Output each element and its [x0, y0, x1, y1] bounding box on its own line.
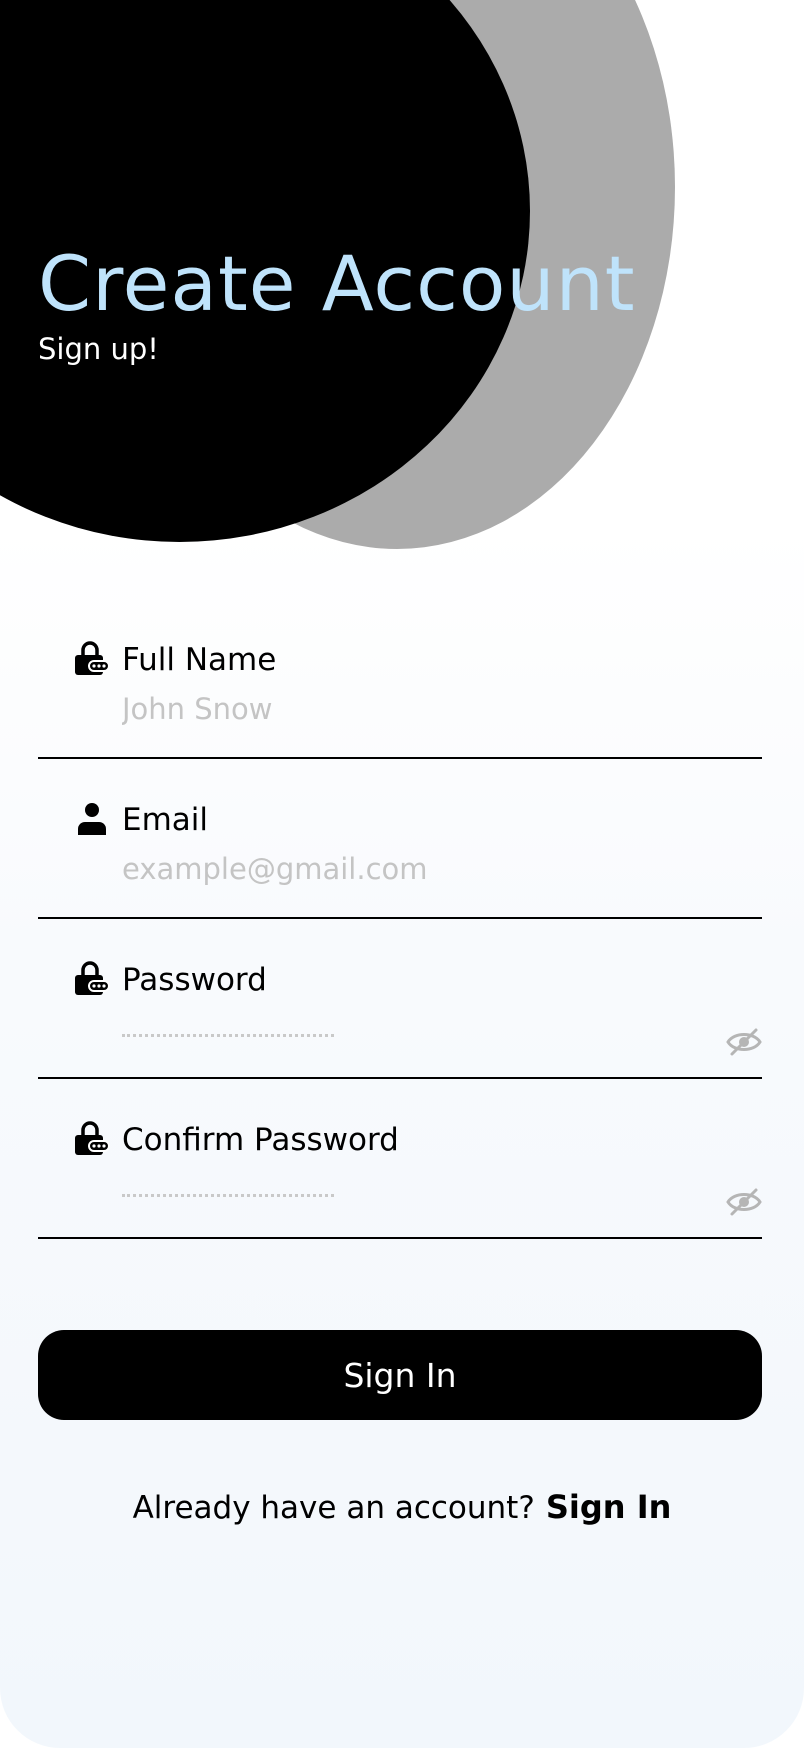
password-input[interactable] — [122, 1009, 682, 1049]
footer: Already have an account? Sign In — [0, 1488, 804, 1526]
eye-off-icon[interactable] — [726, 1027, 762, 1057]
password-field: Password — [38, 917, 762, 1079]
full-name-field: Full Name — [38, 597, 762, 759]
lock-icon — [75, 961, 110, 995]
page-title: Create Account — [38, 239, 636, 328]
signup-screen: Create Account Sign up! Full Name Email — [0, 0, 804, 1748]
confirm-password-input[interactable] — [122, 1169, 682, 1209]
confirm-password-mask — [122, 1194, 334, 1197]
lock-icon — [75, 1121, 110, 1155]
full-name-input[interactable] — [122, 689, 682, 729]
confirm-password-label: Confirm Password — [122, 1122, 399, 1158]
sign-in-button[interactable]: Sign In — [38, 1330, 762, 1420]
password-label: Password — [122, 962, 267, 998]
sign-in-link[interactable]: Sign In — [546, 1488, 672, 1526]
email-label: Email — [122, 802, 209, 838]
email-input[interactable] — [122, 849, 682, 889]
account-prompt: Already have an account? — [132, 1490, 535, 1526]
full-name-label: Full Name — [122, 642, 277, 678]
password-mask — [122, 1034, 334, 1037]
header: Create Account Sign up! — [38, 236, 636, 366]
lock-icon — [75, 641, 110, 675]
confirm-password-field: Confirm Password — [38, 1077, 762, 1239]
page-subtitle: Sign up! — [38, 332, 159, 366]
email-field: Email — [38, 757, 762, 919]
person-icon — [78, 803, 106, 835]
eye-off-icon[interactable] — [726, 1187, 762, 1217]
